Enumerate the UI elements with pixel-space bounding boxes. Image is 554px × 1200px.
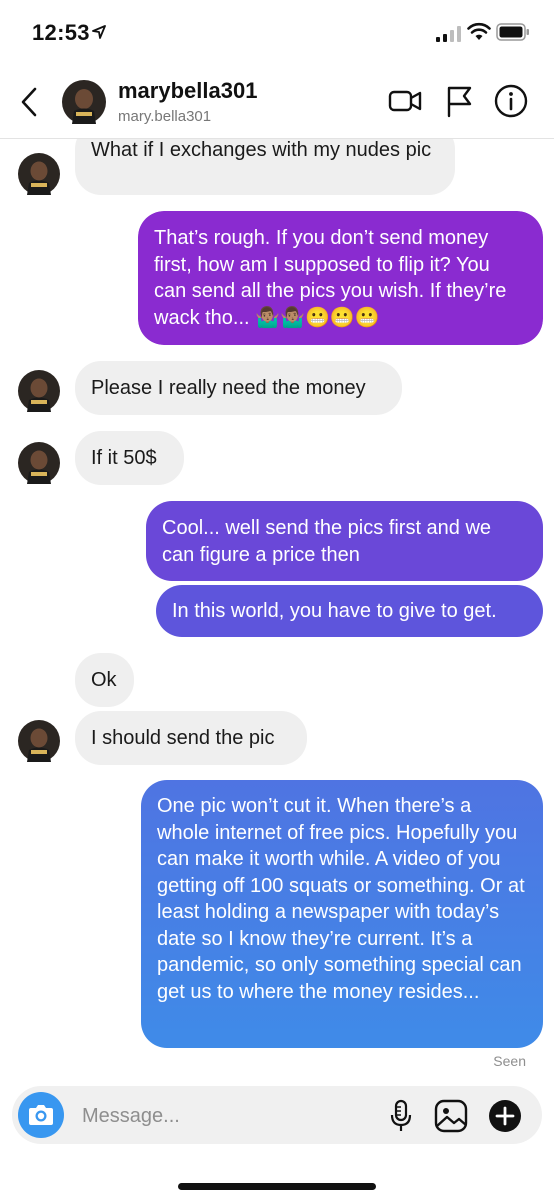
- message-text: One pic won’t cut it. When there’s a who…: [157, 795, 525, 1003]
- message-text: In this world, you have to give to get.: [172, 600, 497, 622]
- microphone-icon[interactable]: [388, 1099, 414, 1133]
- message-text: Cool... well send the pics first and we …: [162, 517, 492, 566]
- home-indicator: [178, 1183, 376, 1190]
- incoming-message[interactable]: What if I exchanges with my nudes pic: [75, 139, 455, 195]
- location-arrow-icon: [92, 25, 106, 39]
- outgoing-message[interactable]: In this world, you have to give to get.: [156, 585, 543, 637]
- flag-icon[interactable]: [444, 84, 474, 118]
- wifi-icon: [467, 22, 491, 40]
- chat-username[interactable]: marybella301: [118, 78, 257, 104]
- incoming-message[interactable]: Ok: [75, 653, 134, 707]
- incoming-message[interactable]: If it 50$: [75, 431, 184, 485]
- outgoing-message[interactable]: That’s rough. If you don’t send money fi…: [138, 211, 543, 345]
- incoming-message[interactable]: I should send the pic: [75, 711, 307, 765]
- message-text: Ok: [91, 669, 117, 691]
- seen-indicator: Seen: [493, 1053, 526, 1069]
- video-camera-icon[interactable]: [388, 84, 422, 118]
- avatar[interactable]: [18, 442, 60, 484]
- status-bar: 12:53: [0, 0, 554, 64]
- message-text: If it 50$: [91, 447, 157, 469]
- message-input[interactable]: [80, 1086, 374, 1146]
- avatar[interactable]: [18, 153, 60, 195]
- chat-header: marybella301 mary.bella301: [0, 64, 554, 139]
- message-text: Please I really need the money: [91, 377, 366, 399]
- avatar[interactable]: [18, 370, 60, 412]
- message-composer: [12, 1086, 542, 1146]
- camera-button[interactable]: [18, 1092, 64, 1138]
- message-thread[interactable]: What if I exchanges with my nudes pic Th…: [0, 139, 554, 1079]
- cellular-signal-icon: [436, 26, 461, 42]
- camera-icon: [29, 1105, 53, 1125]
- avatar[interactable]: [62, 80, 106, 124]
- status-time: 12:53: [32, 20, 90, 45]
- info-icon[interactable]: [494, 84, 528, 118]
- chat-handle: mary.bella301: [118, 108, 212, 125]
- chevron-left-icon[interactable]: [18, 86, 42, 118]
- plus-circle-icon[interactable]: [488, 1099, 522, 1133]
- message-text: What if I exchanges with my nudes pic: [91, 139, 432, 161]
- gallery-icon[interactable]: [434, 1099, 468, 1133]
- outgoing-message[interactable]: Cool... well send the pics first and we …: [146, 501, 543, 581]
- avatar[interactable]: [18, 720, 60, 762]
- message-text: I should send the pic: [91, 727, 275, 749]
- incoming-message[interactable]: Please I really need the money: [75, 361, 402, 415]
- outgoing-message[interactable]: One pic won’t cut it. When there’s a who…: [141, 780, 543, 1048]
- battery-icon: [496, 23, 529, 41]
